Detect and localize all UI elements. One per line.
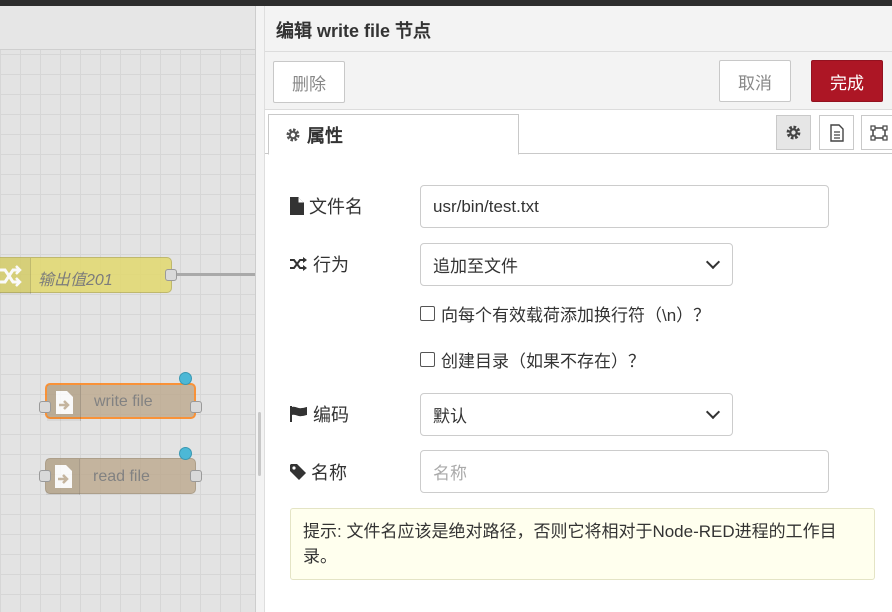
status-dot xyxy=(179,447,192,460)
output-port[interactable] xyxy=(190,470,202,482)
action-select-value: 追加至文件 xyxy=(433,257,518,276)
cancel-button[interactable]: 取消 xyxy=(719,60,791,102)
encoding-label-text: 编码 xyxy=(313,405,349,425)
input-port[interactable] xyxy=(39,470,51,482)
tab-bar: 属性 xyxy=(265,110,892,155)
tip-box: 提示: 文件名应该是绝对路径，否则它将相对于Node-RED进程的工作目录。 xyxy=(290,508,875,580)
read-file-node[interactable]: read file xyxy=(45,458,196,495)
action-label-text: 行为 xyxy=(313,255,349,275)
filename-label: 文件名 xyxy=(290,193,363,219)
file-in-icon xyxy=(46,459,80,495)
append-newline-label: 向每个有效载荷添加换行符（\n）？ xyxy=(441,306,711,325)
output-port[interactable] xyxy=(190,401,202,413)
chevron-down-icon xyxy=(705,404,721,420)
name-input[interactable]: 名称 xyxy=(420,450,829,493)
panel-title: 编辑 write file 节点 xyxy=(276,21,432,41)
create-dir-option[interactable]: 创建目录（如果不存在）？ xyxy=(420,347,645,372)
name-label-text: 名称 xyxy=(311,463,347,483)
input-port[interactable] xyxy=(39,401,51,413)
chevron-down-icon xyxy=(705,254,721,270)
encoding-label: 编码 xyxy=(290,401,349,427)
panel-splitter[interactable] xyxy=(255,6,265,612)
shuffle-icon xyxy=(0,258,31,294)
output-port[interactable] xyxy=(165,269,177,281)
wire[interactable] xyxy=(176,273,255,276)
panel-header: 编辑 write file 节点 xyxy=(265,6,892,52)
file-icon xyxy=(290,197,304,215)
panel-toolbar: 删除 取消 完成 xyxy=(265,52,892,110)
name-label: 名称 xyxy=(290,459,347,485)
done-button[interactable]: 完成 xyxy=(811,60,883,102)
filename-label-text: 文件名 xyxy=(309,197,363,217)
file-out-icon xyxy=(47,385,81,421)
tab-button-description[interactable] xyxy=(819,115,854,150)
create-dir-checkbox[interactable] xyxy=(420,352,435,367)
encoding-select[interactable]: 默认 xyxy=(420,393,733,436)
gear-icon xyxy=(786,125,801,140)
tab-properties[interactable]: 属性 xyxy=(268,114,519,155)
frame-icon xyxy=(869,124,888,141)
node-label: write file xyxy=(94,393,153,410)
edit-panel: 编辑 write file 节点 删除 取消 完成 属性 文件名 usr/bin… xyxy=(265,6,892,612)
filename-input[interactable]: usr/bin/test.txt xyxy=(420,185,829,228)
splitter-grip[interactable] xyxy=(258,412,261,476)
node-label: 输出值201 xyxy=(38,272,113,289)
change-node[interactable]: 输出值201 xyxy=(0,257,172,294)
tab-button-settings[interactable] xyxy=(776,115,811,150)
tag-icon xyxy=(290,464,306,480)
canvas-tab-strip xyxy=(0,6,255,50)
append-newline-checkbox[interactable] xyxy=(420,306,435,321)
gear-icon xyxy=(286,128,300,141)
shuffle-icon xyxy=(290,257,307,271)
flag-icon xyxy=(290,406,307,422)
create-dir-label: 创建目录（如果不存在）？ xyxy=(441,352,645,371)
tab-button-appearance[interactable] xyxy=(861,115,892,150)
tab-label: 属性 xyxy=(307,125,343,146)
action-label: 行为 xyxy=(290,251,349,277)
write-file-node[interactable]: write file xyxy=(45,383,196,421)
encoding-select-value: 默认 xyxy=(433,407,467,426)
flow-canvas[interactable]: 输出值201 write file read file xyxy=(0,6,255,612)
status-dot xyxy=(179,372,192,385)
document-icon xyxy=(829,123,844,142)
node-label: read file xyxy=(93,468,150,485)
delete-button[interactable]: 删除 xyxy=(273,61,345,103)
append-newline-option[interactable]: 向每个有效载荷添加换行符（\n）？ xyxy=(420,301,710,326)
action-select[interactable]: 追加至文件 xyxy=(420,243,733,286)
